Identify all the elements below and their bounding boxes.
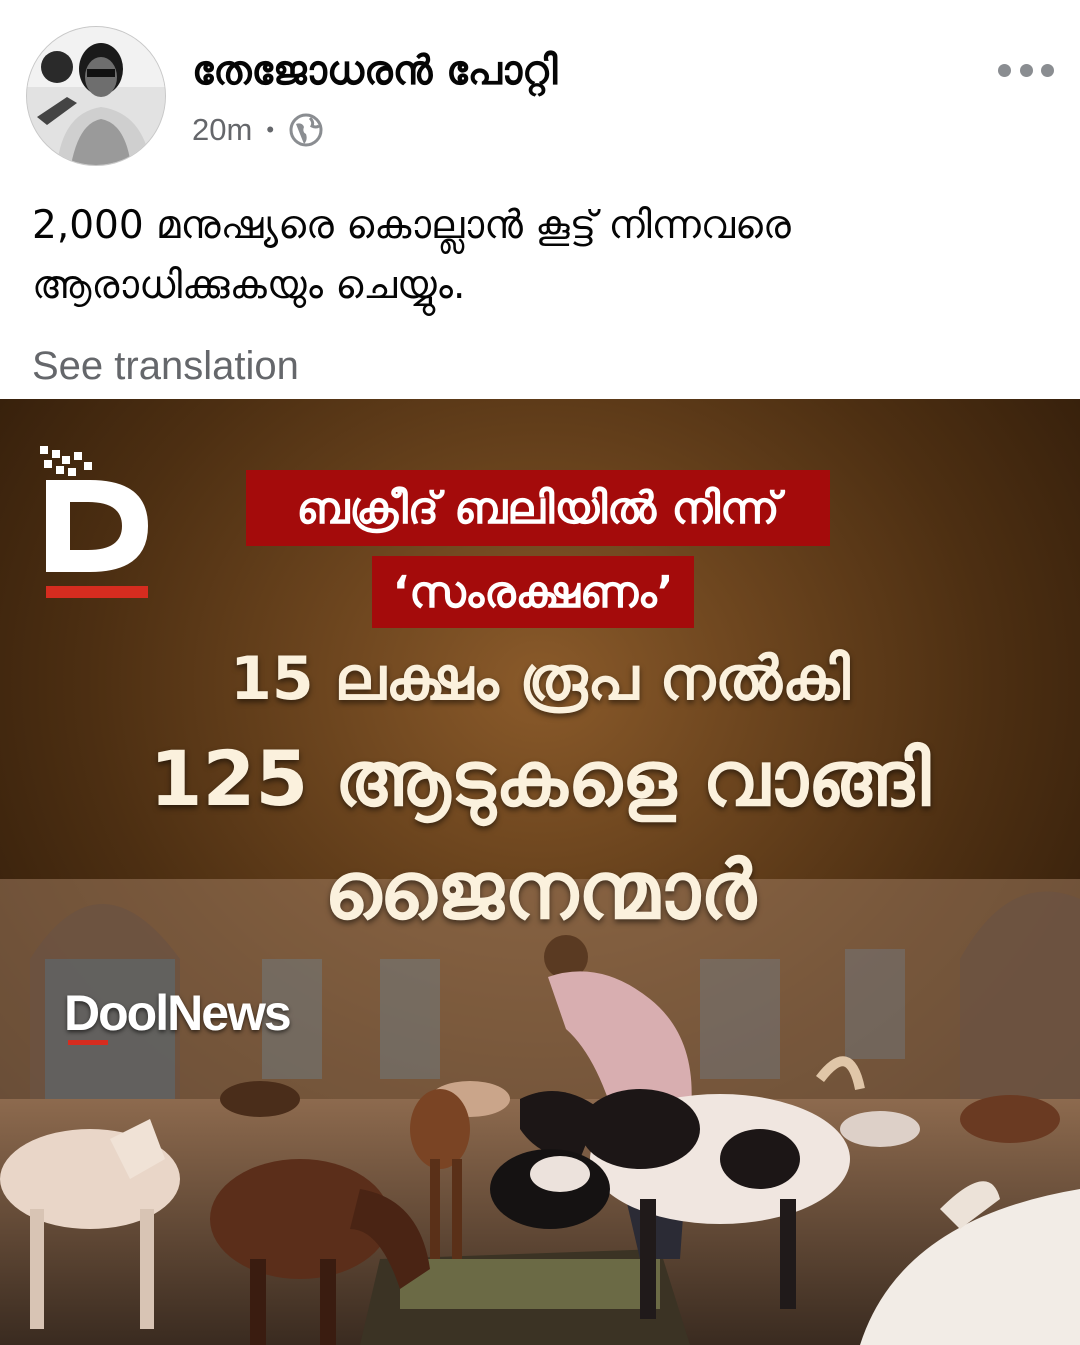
brand-logo-text: DoolNews [64, 985, 292, 1041]
headline-3: 15 ലക്ഷം രൂപ നൽകി [230, 644, 850, 714]
author-name[interactable]: തേജോധരൻ പോറ്റി [192, 48, 557, 94]
globe-icon [289, 113, 323, 147]
more-horizontal-icon [998, 63, 1011, 77]
meta-separator: • [266, 117, 275, 142]
author-avatar[interactable] [26, 26, 166, 166]
headline-red-1: ബക്രീദ് ബലിയിൽ നിന്ന് [246, 470, 830, 546]
post-meta: 20m • [192, 110, 324, 150]
headline-5: ജൈനന്മാർ [324, 844, 756, 937]
post-image[interactable]: DoolNews ബക്രീദ് ബലിയിൽ നിന്ന് ‘സംരക്ഷണം… [0, 399, 1080, 1345]
brand-bar [68, 1040, 108, 1045]
post-time[interactable]: 20m [192, 112, 252, 148]
more-options-button[interactable] [998, 52, 1054, 88]
headline-red-2: ‘സംരക്ഷണം’ [372, 556, 694, 628]
goat-black-white [490, 1149, 610, 1229]
see-translation-link[interactable]: See translation [32, 344, 299, 389]
logo-d [40, 446, 152, 598]
headline-4: 125 ആടുകളെ വാങ്ങി [149, 734, 931, 823]
post-header: തേജോധരൻ പോറ്റി 20m • [0, 0, 1080, 170]
post-text: 2,000 മനുഷ്യരെ കൊല്ലാൻ കൂട്ട് നിന്നവരെ ആ… [32, 203, 791, 308]
